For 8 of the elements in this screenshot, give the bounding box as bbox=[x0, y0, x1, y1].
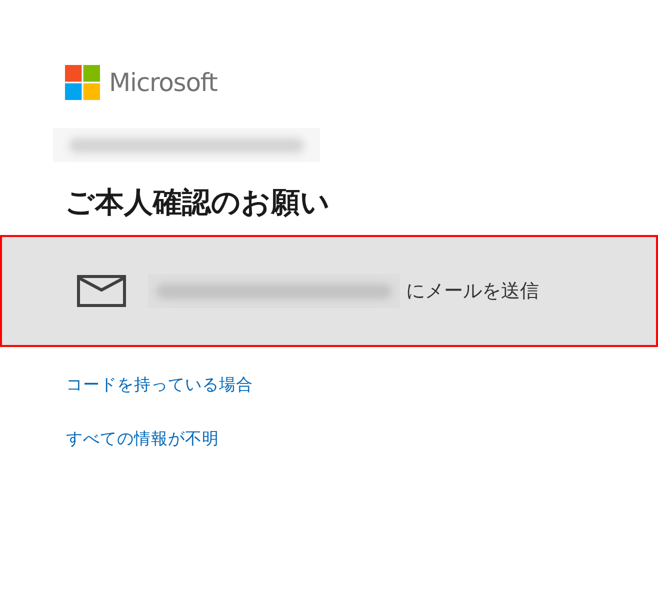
page-heading: ご本人確認のお願い bbox=[65, 184, 331, 221]
option-label: にメールを送信 bbox=[406, 279, 539, 304]
send-email-option[interactable]: にメールを送信 bbox=[0, 235, 658, 347]
text-link[interactable]: コードを持っている場合 bbox=[66, 373, 253, 397]
envelope-icon bbox=[77, 275, 126, 307]
four-square-logo-icon bbox=[65, 65, 100, 100]
text-link[interactable]: すべての情報が不明 bbox=[66, 427, 219, 451]
microsoft-wordmark: Microsoft bbox=[109, 67, 218, 99]
